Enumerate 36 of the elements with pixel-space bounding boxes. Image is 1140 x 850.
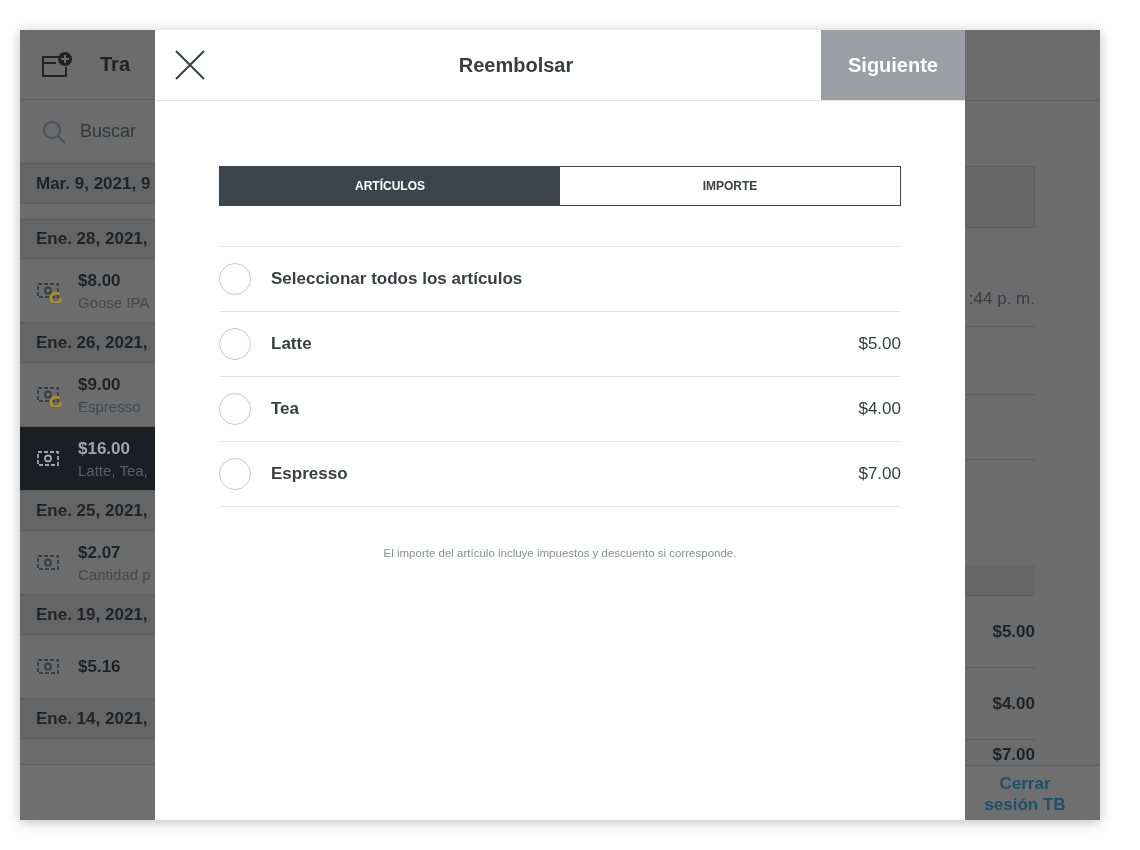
transaction-items: Latte, Tea, (78, 461, 148, 479)
transaction-row[interactable]: $16.00 Latte, Tea, (20, 427, 155, 491)
radio-button[interactable] (219, 328, 251, 360)
date-header: Ene. 28, 2021, (20, 219, 155, 259)
item-price: $5.00 (858, 334, 901, 354)
item-name: Latte (271, 334, 313, 354)
date-header: Ene. 25, 2021, (20, 491, 155, 531)
transaction-amount: $16.00 (78, 438, 131, 459)
item-name: Espresso (271, 464, 349, 484)
date-header: Ene. 26, 2021, (20, 323, 155, 363)
transaction-amount: $9.00 (78, 374, 122, 395)
transaction-amount: $2.07 (78, 542, 122, 563)
item-price: $4.00 (965, 668, 1035, 740)
item-price: $5.00 (965, 596, 1035, 668)
item-price: $7.00 (858, 464, 901, 484)
page-title: Tra (100, 53, 131, 76)
radio-button[interactable] (219, 458, 251, 490)
date-header: Ene. 19, 2021, (20, 595, 155, 635)
close-icon (175, 50, 205, 80)
date-header: Ene. 14, 2021, (20, 699, 155, 739)
transaction-amount: $8.00 (78, 270, 122, 291)
item-price: $4.00 (858, 399, 901, 419)
search-icon (42, 119, 66, 144)
segment-tab[interactable]: ARTÍCULOS (220, 167, 560, 205)
logout-link[interactable]: Cerrar sesión TB (975, 772, 1075, 815)
radio-button[interactable] (219, 263, 251, 295)
item-name: Tea (271, 399, 301, 419)
search-field[interactable]: Buscar (80, 121, 137, 142)
tax-note: El importe del artículo incluye impuestos y descuento si corresponde. (382, 547, 738, 559)
add-card-icon[interactable] (40, 51, 74, 78)
date-header: Mar. 9, 2021, 9 (20, 164, 155, 204)
dialog-title: Reembolsar (457, 53, 575, 77)
transaction-amount: $5.16 (78, 656, 121, 677)
select-all-label: Seleccionar todos los artículos (271, 269, 524, 289)
item-price: $7.00 (991, 744, 1035, 765)
radio-button[interactable] (219, 393, 251, 425)
